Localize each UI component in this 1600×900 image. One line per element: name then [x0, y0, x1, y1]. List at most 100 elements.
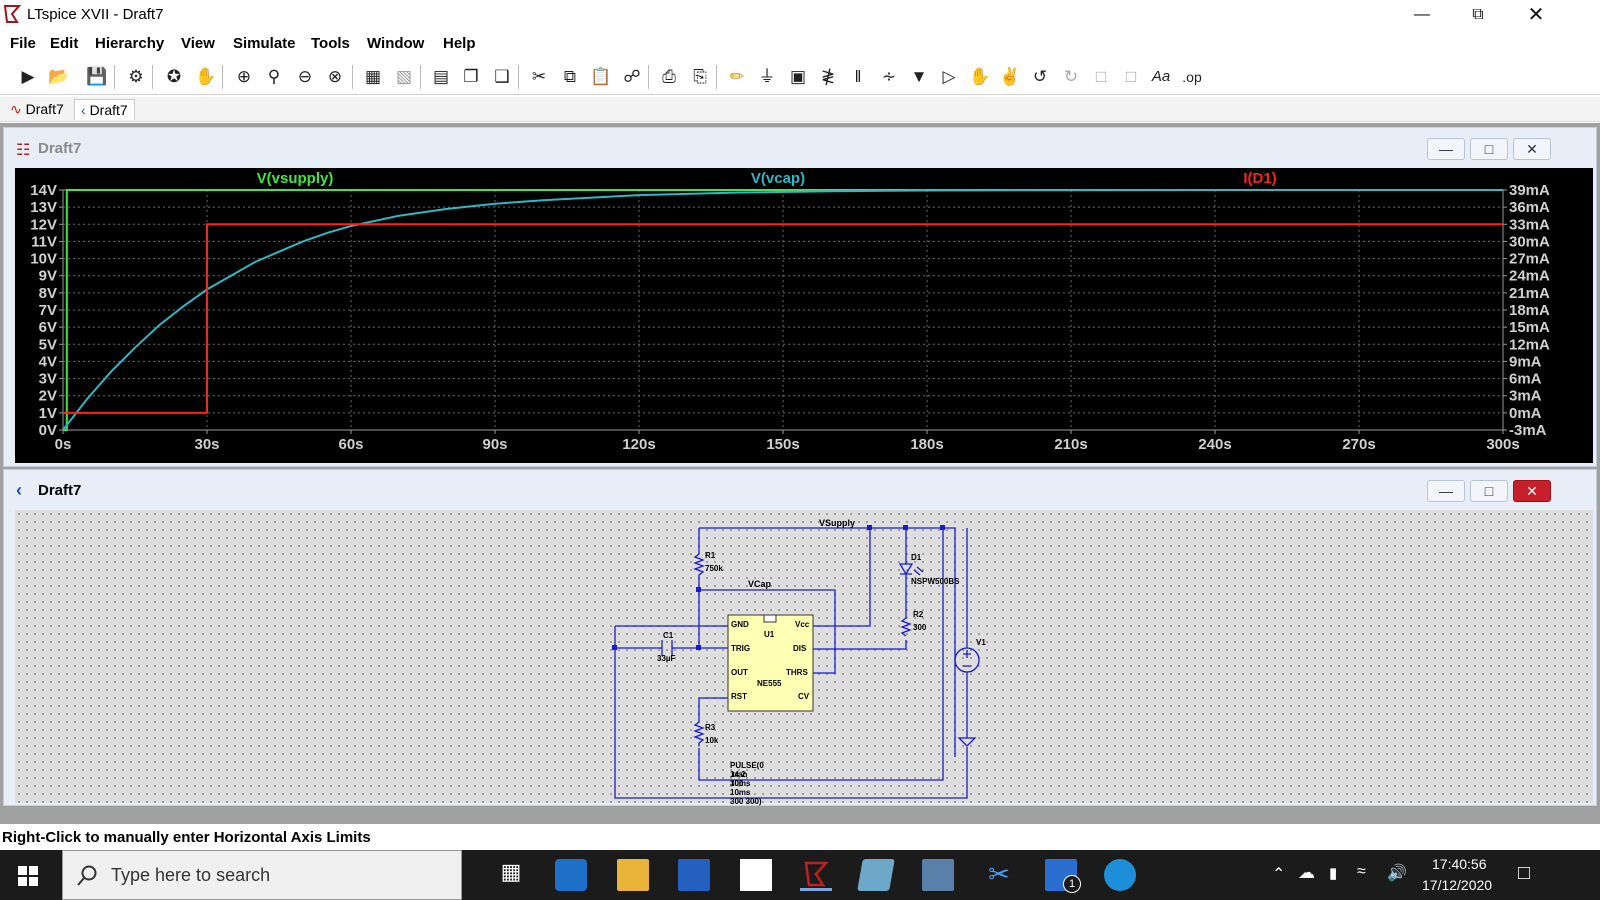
text-icon[interactable]: Aa — [1149, 65, 1173, 89]
spice-directive-icon[interactable]: .op — [1180, 65, 1204, 89]
notifications-icon[interactable]: □ — [1518, 862, 1530, 885]
menu-view[interactable]: View — [181, 35, 215, 52]
taskbar-search[interactable]: Type here to search — [62, 850, 462, 900]
undo-icon[interactable]: ↺ — [1028, 65, 1052, 89]
y-left-tick-label: 11V — [31, 233, 57, 250]
menu-hierarchy[interactable]: Hierarchy — [95, 35, 164, 52]
mirror-icon[interactable]: □ — [1119, 65, 1143, 89]
cascade-icon[interactable]: ❐ — [459, 65, 483, 89]
notepad-icon[interactable] — [740, 859, 772, 891]
delete-traces-icon[interactable]: ▧ — [392, 65, 416, 89]
tile-horizontal-icon[interactable]: ▤ — [429, 65, 453, 89]
schematic-minimize-button[interactable]: — — [1427, 480, 1465, 502]
calculator-icon[interactable] — [922, 859, 954, 891]
redo-icon[interactable]: ↻ — [1059, 65, 1083, 89]
draw-wire-icon[interactable]: ✏ — [725, 65, 749, 89]
menu-tools[interactable]: Tools — [311, 35, 350, 52]
inductor-icon[interactable]: ∻ — [877, 65, 901, 89]
label-c1-value: 33µF — [657, 654, 676, 663]
restore-button[interactable]: ⧉ — [1450, 0, 1506, 30]
status-text: Right-Click to manually enter Horizontal… — [2, 829, 371, 846]
tab-schematic[interactable]: ‹ Draft7 — [74, 99, 135, 120]
pin-trig: TRIG — [731, 644, 751, 653]
refresh-app-icon[interactable] — [555, 859, 587, 891]
capacitor-icon[interactable]: ‖ — [846, 65, 870, 89]
x-tick-label: 210s — [1054, 436, 1087, 453]
label-net-icon[interactable]: ▣ — [786, 65, 810, 89]
schematic-close-button[interactable]: ✕ — [1513, 480, 1551, 502]
save-icon[interactable]: 💾 — [85, 65, 109, 89]
label-r3: R3 — [705, 723, 716, 732]
pin-rst: RST — [731, 692, 747, 701]
r3-resistor — [693, 721, 705, 746]
schematic-canvas[interactable]: VSupply VCap R1 750k R2 300 R3 10k C1 33… — [15, 510, 1593, 806]
bank-app-icon[interactable] — [678, 859, 710, 891]
zoom-out-icon[interactable]: ⊖ — [293, 65, 317, 89]
close-button[interactable]: ✕ — [1508, 0, 1564, 30]
waveform-maximize-button[interactable]: □ — [1470, 138, 1508, 160]
menu-file[interactable]: File — [10, 35, 36, 52]
notes-app-icon[interactable] — [857, 859, 895, 891]
run-icon[interactable]: ✪ — [162, 65, 186, 89]
menu-window[interactable]: Window — [367, 35, 424, 52]
paste-icon[interactable]: 📋 — [589, 65, 613, 89]
waveform-plot[interactable]: 0s 30s 60s 90s 120s 150s 180s 210s 240s 270s 300s 1… — [15, 168, 1593, 463]
autorange-icon[interactable]: ▦ — [361, 65, 385, 89]
ground-icon[interactable]: ⏚ — [755, 65, 779, 89]
edge-browser-icon[interactable] — [1104, 859, 1136, 891]
drag-hand-icon[interactable]: ✌ — [998, 65, 1022, 89]
label-r2-value: 300 — [913, 623, 927, 632]
file-explorer-icon[interactable] — [617, 859, 649, 891]
y-left-tick-label: 13V — [30, 199, 57, 216]
schematic-window-icon: ‹ — [16, 480, 22, 500]
waveform-minimize-button[interactable]: — — [1427, 138, 1465, 160]
pan-icon[interactable]: ⚲ — [262, 65, 286, 89]
y-left-tick-label: 2V — [39, 388, 57, 405]
label-r1: R1 — [705, 551, 716, 560]
ltspice-taskbar-icon[interactable] — [800, 859, 832, 891]
x-tick-label: 150s — [766, 436, 799, 453]
chevron-up-icon[interactable]: ⌃ — [1272, 864, 1285, 884]
zoom-in-icon[interactable]: ⊕ — [232, 65, 256, 89]
copy-icon[interactable]: ⧉ — [558, 65, 582, 89]
zoom-fit-icon[interactable]: ⊗ — [323, 65, 347, 89]
snipping-tool-icon[interactable]: ✂ — [983, 859, 1015, 891]
windows-start-icon[interactable] — [18, 866, 38, 886]
tile-vertical-icon[interactable]: ❑ — [490, 65, 514, 89]
halt-hand-icon[interactable]: ✋ — [194, 65, 218, 89]
menu-edit[interactable]: Edit — [50, 35, 78, 52]
tab-waveform[interactable]: ∿ Draft7 — [4, 99, 70, 120]
battery-icon[interactable]: ▮ — [1329, 864, 1337, 882]
control-panel-icon[interactable]: ⚙ — [124, 65, 148, 89]
minimize-button[interactable]: — — [1394, 0, 1450, 30]
pin-dis: DIS — [793, 644, 807, 653]
y-right-tick-label: 15mA — [1509, 319, 1550, 336]
rotate-icon[interactable]: □ — [1089, 65, 1113, 89]
y-right-tick-label: 9mA — [1509, 353, 1542, 370]
clock-time[interactable]: 17:40:56 — [1432, 856, 1487, 872]
move-hand-icon[interactable]: ✋ — [968, 65, 992, 89]
new-schematic-icon[interactable]: ▶ — [16, 65, 40, 89]
ground-symbol — [957, 737, 977, 747]
print-preview-icon[interactable]: ⎘ — [688, 65, 712, 89]
cut-icon[interactable]: ✂ — [527, 65, 551, 89]
resistor-icon[interactable]: ≹ — [816, 65, 840, 89]
mail-icon[interactable]: 1 — [1045, 859, 1081, 893]
waveform-chart[interactable]: 0s 30s 60s 90s 120s 150s 180s 210s 240s 270s 300s1… — [15, 168, 1593, 463]
menu-help[interactable]: Help — [443, 35, 476, 52]
find-icon[interactable]: ☍ — [620, 65, 644, 89]
volume-icon[interactable]: 🔊 — [1387, 863, 1407, 883]
onedrive-cloud-icon[interactable]: ☁ — [1298, 863, 1315, 883]
open-folder-icon[interactable]: 📂 — [47, 65, 71, 89]
schematic-maximize-button[interactable]: □ — [1470, 480, 1508, 502]
y-left-tick-label: 4V — [39, 353, 57, 370]
diode-icon[interactable]: ▼ — [907, 65, 931, 89]
print-icon[interactable]: ⎙ — [657, 65, 681, 89]
clock-date[interactable]: 17/12/2020 — [1422, 877, 1492, 893]
wifi-icon[interactable]: ≈ — [1357, 863, 1366, 881]
task-view-icon[interactable]: ▦ — [495, 859, 527, 891]
component-icon[interactable]: ▷ — [937, 65, 961, 89]
schematic-drawing[interactable] — [15, 510, 1593, 803]
menu-simulate[interactable]: Simulate — [233, 35, 296, 52]
waveform-close-button[interactable]: ✕ — [1513, 138, 1551, 160]
